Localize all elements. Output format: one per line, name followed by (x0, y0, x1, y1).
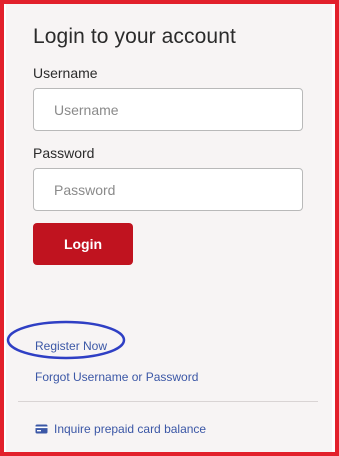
credit-card-icon (35, 424, 48, 434)
password-label: Password (33, 145, 95, 161)
inquire-prepaid-balance-link[interactable]: Inquire prepaid card balance (35, 422, 206, 436)
password-input[interactable] (33, 168, 303, 211)
forgot-credentials-link[interactable]: Forgot Username or Password (35, 370, 198, 384)
username-label: Username (33, 65, 98, 81)
inquire-prepaid-balance-label: Inquire prepaid card balance (54, 422, 207, 436)
login-button[interactable]: Login (33, 223, 133, 265)
divider (18, 401, 318, 402)
username-input[interactable] (33, 88, 303, 131)
register-now-link[interactable]: Register Now (35, 339, 107, 353)
page-title: Login to your account (33, 25, 236, 48)
